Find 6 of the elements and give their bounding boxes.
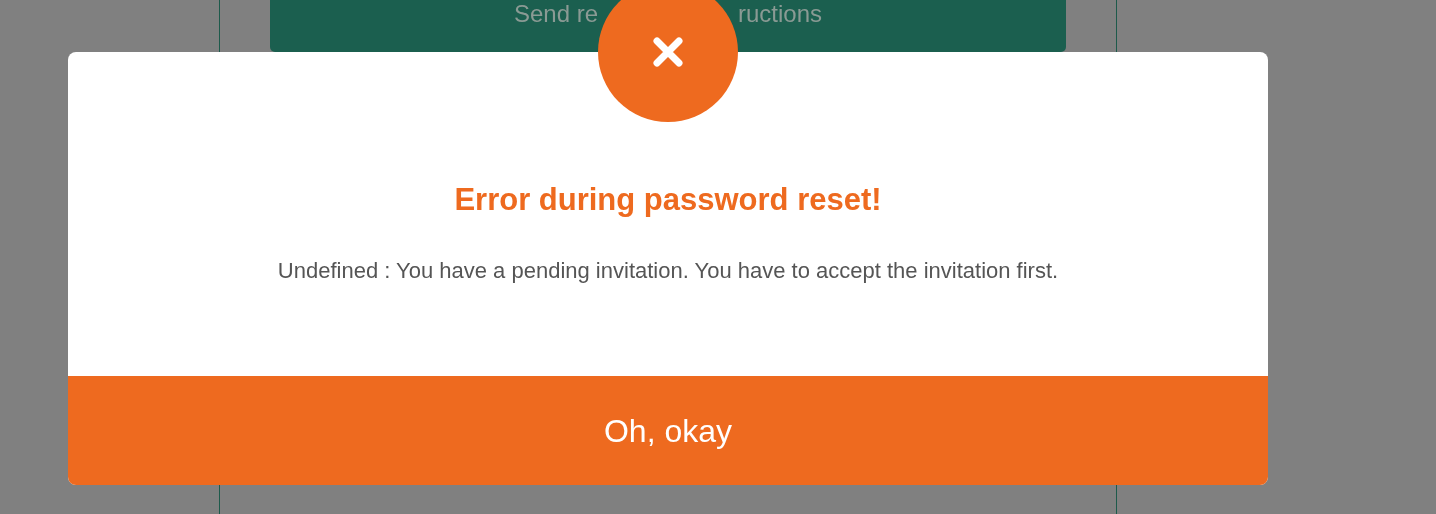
submit-button-label: Send re bbox=[512, 1, 598, 27]
dialog-message: Undefined : You have a pending invitation. You have to accept the invitation first. bbox=[276, 257, 1060, 285]
submit-button-label: ructions bbox=[738, 1, 824, 27]
confirm-button[interactable]: Oh, okay bbox=[68, 376, 1268, 485]
dialog-title: Error during password reset! bbox=[454, 181, 882, 219]
close-icon bbox=[652, 36, 684, 68]
